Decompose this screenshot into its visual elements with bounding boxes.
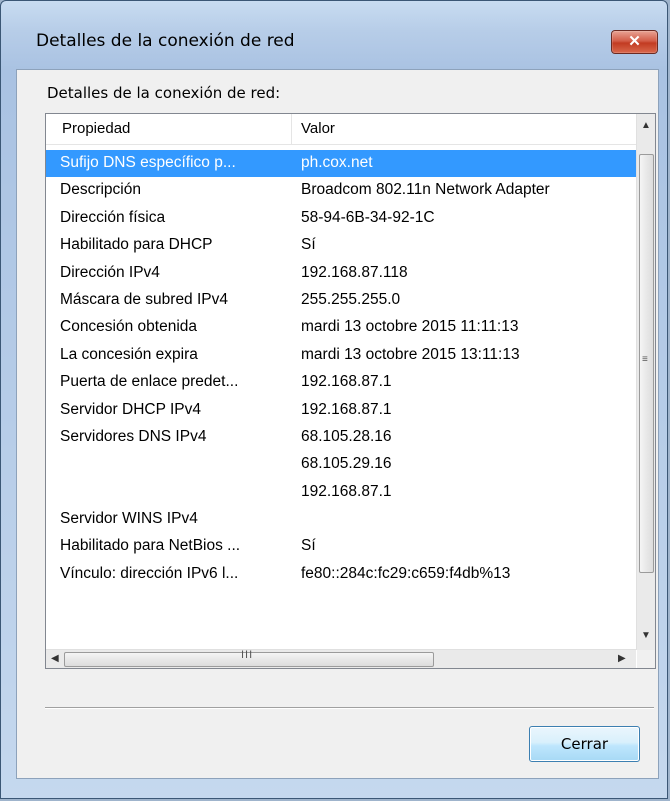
close-button[interactable]: Cerrar	[529, 726, 640, 762]
value-cell: Sí	[301, 537, 316, 555]
details-label: Detalles de la conexión de red:	[47, 84, 281, 102]
value-cell: Sí	[301, 236, 316, 254]
property-cell: Sufijo DNS específico p...	[60, 154, 236, 171]
horizontal-scroll-thumb[interactable]: III	[64, 649, 434, 667]
value-cell: mardi 13 octobre 2015 11:11:13	[301, 318, 519, 336]
value-cell: 192.168.87.1	[301, 400, 392, 418]
dialog-body: Detalles de la conexión de red: Propieda…	[16, 69, 659, 779]
scroll-down-icon[interactable]: ▼	[641, 630, 651, 641]
vertical-scroll-thumb[interactable]: ≡	[639, 154, 654, 573]
scroll-up-icon[interactable]: ▲	[641, 120, 651, 131]
property-cell: Puerta de enlace predet...	[60, 373, 239, 391]
property-cell: Habilitado para DHCP	[60, 236, 213, 254]
grip-icon: III	[241, 649, 254, 661]
scrollbar-corner	[637, 650, 655, 668]
property-cell: Servidor WINS IPv4	[60, 510, 198, 528]
value-cell: Broadcom 802.11n Network Adapter	[301, 181, 550, 199]
grip-icon: ≡	[642, 354, 648, 365]
table-row[interactable]: Puerta de enlace predet... 192.168.87.1	[46, 369, 636, 396]
table-row[interactable]: La concesión expira mardi 13 octobre 2015…	[46, 342, 636, 369]
details-listview[interactable]: Propiedad Valor Sufijo DNS específico p.…	[45, 113, 656, 669]
table-row[interactable]: Habilitado para NetBios ... Sí	[46, 533, 636, 560]
property-cell: Habilitado para NetBios ...	[60, 537, 241, 555]
list-header: Propiedad Valor	[46, 114, 636, 145]
property-cell: Descripción	[60, 181, 141, 199]
horizontal-scrollbar[interactable]: ◀ III ▶	[46, 649, 636, 668]
table-row[interactable]: Servidor WINS IPv4	[46, 506, 636, 533]
property-cell: Servidor DHCP IPv4	[60, 400, 201, 418]
table-row[interactable]: Servidor DHCP IPv4 192.168.87.1	[46, 397, 636, 424]
list-rows: Sufijo DNS específico p... ph.cox.net Desc…	[46, 150, 636, 588]
value-cell: ph.cox.net	[301, 154, 373, 171]
value-cell: 68.105.29.16	[301, 455, 392, 473]
property-cell: Dirección IPv4	[60, 263, 160, 281]
value-cell: 192.168.87.118	[301, 263, 408, 281]
table-row[interactable]: 192.168.87.1	[46, 479, 636, 506]
value-cell: 255.255.255.0	[301, 290, 401, 308]
table-row[interactable]: Vínculo: dirección IPv6 l... fe80::284c:f…	[46, 561, 636, 588]
property-cell: La concesión expira	[60, 345, 198, 363]
value-cell: mardi 13 octobre 2015 13:11:13	[301, 345, 520, 363]
value-cell: fe80::284c:fc29:c659:f4db%13	[301, 564, 511, 582]
table-row[interactable]: Descripción Broadcom 802.11n Network Adap…	[46, 177, 636, 204]
value-cell: 68.105.28.16	[301, 427, 392, 445]
window-title: Detalles de la conexión de red	[36, 31, 295, 51]
table-row[interactable]: Dirección física 58-94-6B-34-92-1C	[46, 205, 636, 232]
scroll-left-icon[interactable]: ◀	[51, 653, 59, 664]
property-cell: Máscara de subred IPv4	[60, 290, 229, 308]
column-header-property[interactable]: Propiedad	[62, 114, 130, 144]
property-cell: Dirección física	[60, 208, 166, 226]
table-row[interactable]: Sufijo DNS específico p... ph.cox.net	[46, 150, 636, 178]
table-row[interactable]: Servidores DNS IPv4 68.105.28.16	[46, 424, 636, 451]
table-row[interactable]: 68.105.29.16	[46, 451, 636, 478]
column-header-value[interactable]: Valor	[301, 114, 335, 144]
property-cell: Vínculo: dirección IPv6 l...	[60, 564, 239, 582]
property-cell: Servidores DNS IPv4	[60, 427, 207, 445]
separator	[45, 707, 654, 709]
dialog-window: Detalles de la conexión de red ✕ Detalle…	[0, 0, 668, 799]
value-cell: 58-94-6B-34-92-1C	[301, 208, 435, 226]
scroll-right-icon[interactable]: ▶	[618, 653, 626, 664]
property-cell: Concesión obtenida	[60, 318, 198, 336]
value-cell: 192.168.87.1	[301, 482, 392, 500]
vertical-scrollbar[interactable]: ▲ ≡ ▼	[636, 114, 655, 650]
table-row[interactable]: Máscara de subred IPv4 255.255.255.0	[46, 287, 636, 314]
close-icon[interactable]: ✕	[611, 30, 658, 54]
table-row[interactable]: Habilitado para DHCP Sí	[46, 232, 636, 259]
table-row[interactable]: Dirección IPv4 192.168.87.118	[46, 260, 636, 287]
column-divider[interactable]	[291, 114, 292, 144]
table-row[interactable]: Concesión obtenida mardi 13 octobre 2015 …	[46, 314, 636, 341]
value-cell: 192.168.87.1	[301, 373, 392, 391]
